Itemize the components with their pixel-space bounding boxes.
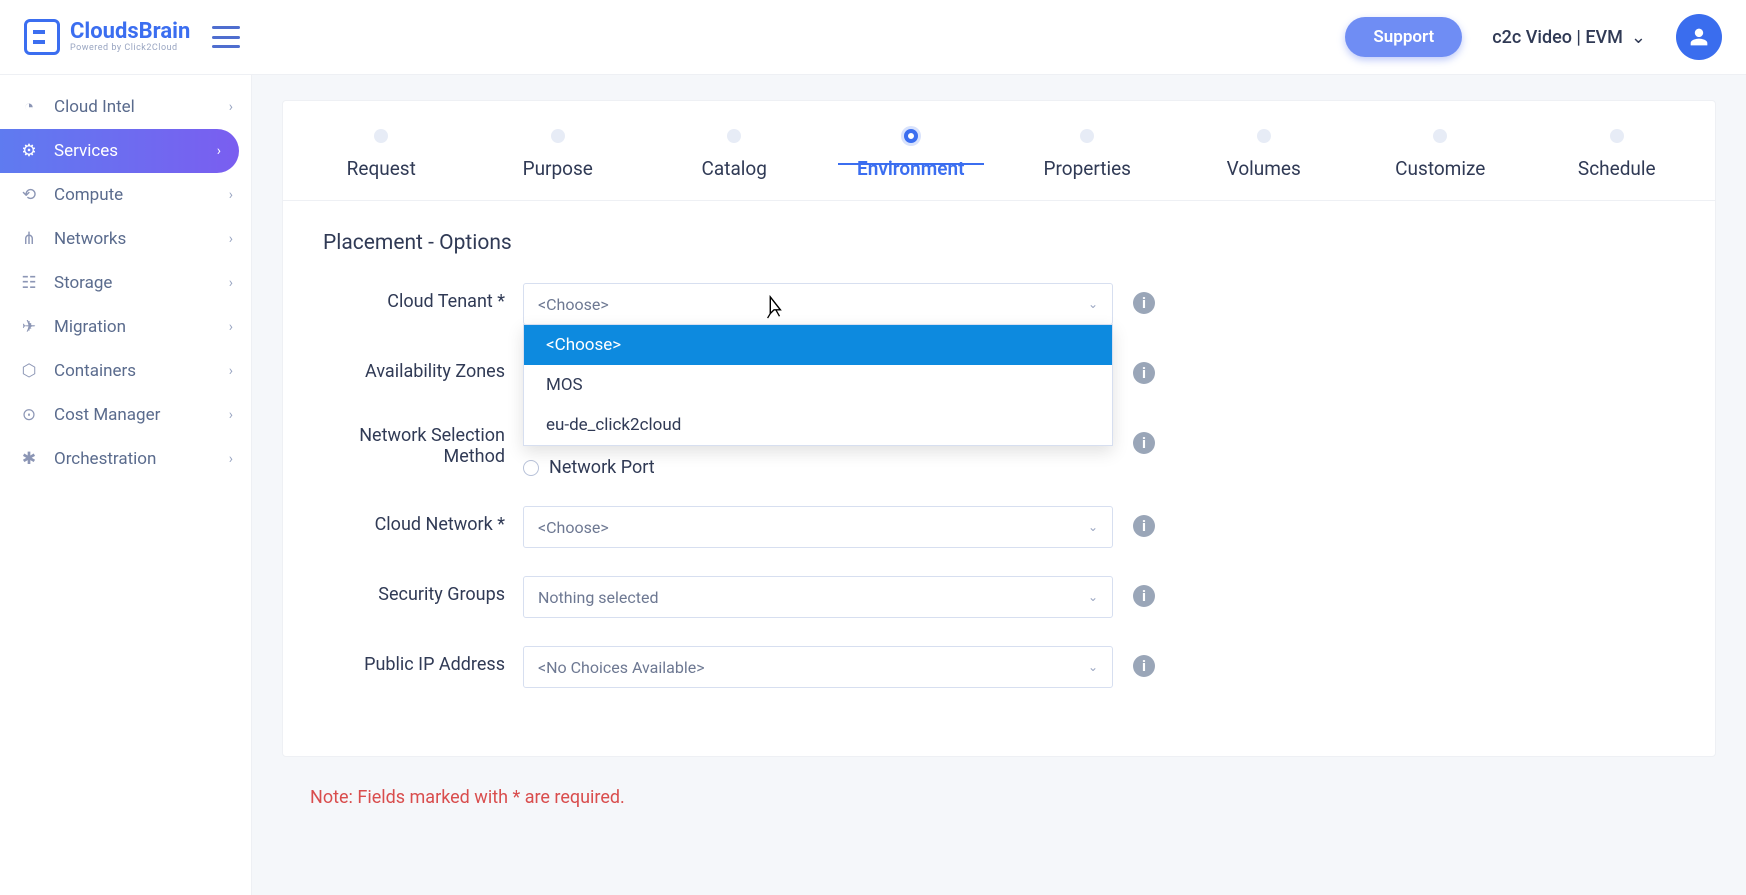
radio-icon [523, 460, 539, 476]
availability-zones-label: Availability Zones [323, 353, 523, 382]
chevron-right-icon: › [229, 99, 233, 115]
logo-icon [24, 19, 60, 55]
sidebar-item-label: Orchestration [54, 449, 156, 469]
public-ip-select[interactable]: <No Choices Available> ⌄ [523, 646, 1113, 688]
step-catalog[interactable]: Catalog [646, 129, 823, 180]
radio-network-port[interactable]: Network Port [523, 457, 1113, 478]
sidebar-item-label: Migration [54, 317, 126, 337]
info-icon[interactable]: i [1133, 432, 1155, 454]
chevron-right-icon: › [229, 275, 233, 291]
info-icon[interactable]: i [1133, 515, 1155, 537]
avatar[interactable] [1676, 14, 1722, 60]
sidebar-item-label: Storage [54, 273, 112, 293]
step-environment[interactable]: Environment [823, 129, 1000, 180]
networks-icon: ⋔ [18, 229, 40, 249]
section-title: Placement - Options [323, 231, 1675, 255]
sidebar-item-services[interactable]: ⚙ Services › [0, 129, 239, 173]
chevron-down-icon: ⌄ [1088, 660, 1098, 674]
select-value: <No Choices Available> [538, 658, 705, 677]
security-groups-label: Security Groups [323, 576, 523, 605]
gear-icon: ⚙ [18, 141, 40, 161]
support-button[interactable]: Support [1345, 17, 1462, 57]
sidebar-item-label: Services [54, 141, 118, 161]
sidebar-item-label: Compute [54, 185, 123, 205]
migration-icon: ✈ [18, 317, 40, 337]
cloud-tenant-label: Cloud Tenant * [323, 283, 523, 312]
stepper: Request Purpose Catalog Environment Prop… [283, 101, 1715, 201]
sidebar-item-cost-manager[interactable]: ⊙ Cost Manager › [0, 393, 251, 437]
chevron-right-icon: › [229, 187, 233, 203]
network-selection-label: Network Selection Method [323, 423, 523, 467]
dropdown-option[interactable]: MOS [524, 365, 1112, 405]
sidebar-item-cloud-intel[interactable]: ◔ Cloud Intel › [0, 85, 251, 129]
chevron-right-icon: › [217, 143, 221, 159]
sidebar-item-compute[interactable]: ⟲ Compute › [0, 173, 251, 217]
chevron-down-icon: ⌄ [1088, 297, 1098, 311]
chevron-right-icon: › [229, 319, 233, 335]
sidebar-item-label: Cost Manager [54, 405, 160, 425]
cloud-tenant-select[interactable]: <Choose> ⌄ [523, 283, 1113, 325]
cloud-network-label: Cloud Network * [323, 506, 523, 535]
orchestration-icon: ✱ [18, 449, 40, 469]
cloud-tenant-dropdown: <Choose> MOS eu-de_click2cloud [523, 324, 1113, 446]
step-line [838, 163, 984, 165]
sidebar-item-networks[interactable]: ⋔ Networks › [0, 217, 251, 261]
sidebar-item-label: Containers [54, 361, 136, 381]
step-schedule[interactable]: Schedule [1529, 129, 1706, 180]
cost-icon: ⊙ [18, 405, 40, 425]
logo-subtext: Powered by Click2Cloud [70, 43, 190, 53]
info-icon[interactable]: i [1133, 362, 1155, 384]
step-customize[interactable]: Customize [1352, 129, 1529, 180]
sidebar-item-label: Cloud Intel [54, 97, 135, 117]
required-note: Note: Fields marked with * are required. [282, 757, 1716, 808]
chevron-right-icon: › [229, 451, 233, 467]
sidebar-item-label: Networks [54, 229, 126, 249]
info-icon[interactable]: i [1133, 585, 1155, 607]
containers-icon: ⬡ [18, 361, 40, 381]
menu-toggle-icon[interactable] [212, 26, 240, 48]
chevron-right-icon: › [229, 231, 233, 247]
chevron-right-icon: › [229, 407, 233, 423]
sidebar-item-orchestration[interactable]: ✱ Orchestration › [0, 437, 251, 481]
select-value: Nothing selected [538, 588, 659, 607]
dropdown-option[interactable]: <Choose> [524, 325, 1112, 365]
step-volumes[interactable]: Volumes [1176, 129, 1353, 180]
logo-text: CloudsBrain [70, 21, 190, 43]
storage-icon: ☷ [18, 273, 40, 293]
form-card: Request Purpose Catalog Environment Prop… [282, 100, 1716, 757]
public-ip-label: Public IP Address [323, 646, 523, 675]
chevron-right-icon: › [229, 363, 233, 379]
radio-label: Network Port [549, 457, 655, 478]
chevron-down-icon: ⌄ [1088, 590, 1098, 604]
step-request[interactable]: Request [293, 129, 470, 180]
user-icon [1689, 27, 1709, 47]
dropdown-option[interactable]: eu-de_click2cloud [524, 405, 1112, 445]
security-groups-select[interactable]: Nothing selected ⌄ [523, 576, 1113, 618]
info-icon[interactable]: i [1133, 292, 1155, 314]
header: CloudsBrain Powered by Click2Cloud Suppo… [0, 0, 1746, 75]
user-dropdown[interactable]: c2c Video | EVM ⌄ [1492, 27, 1646, 48]
logo-area[interactable]: CloudsBrain Powered by Click2Cloud [24, 19, 190, 55]
cloud-intel-icon: ◔ [18, 97, 40, 117]
sidebar: ◔ Cloud Intel › ⚙ Services › ⟲ Compute ›… [0, 75, 252, 895]
chevron-down-icon: ⌄ [1088, 520, 1098, 534]
chevron-down-icon: ⌄ [1631, 27, 1646, 48]
user-label: c2c Video | EVM [1492, 27, 1623, 48]
sidebar-item-storage[interactable]: ☷ Storage › [0, 261, 251, 305]
sidebar-item-migration[interactable]: ✈ Migration › [0, 305, 251, 349]
cloud-network-select[interactable]: <Choose> ⌄ [523, 506, 1113, 548]
sidebar-item-containers[interactable]: ⬡ Containers › [0, 349, 251, 393]
select-value: <Choose> [538, 518, 609, 537]
select-value: <Choose> [538, 295, 609, 314]
compute-icon: ⟲ [18, 185, 40, 205]
info-icon[interactable]: i [1133, 655, 1155, 677]
step-properties[interactable]: Properties [999, 129, 1176, 180]
step-purpose[interactable]: Purpose [470, 129, 647, 180]
